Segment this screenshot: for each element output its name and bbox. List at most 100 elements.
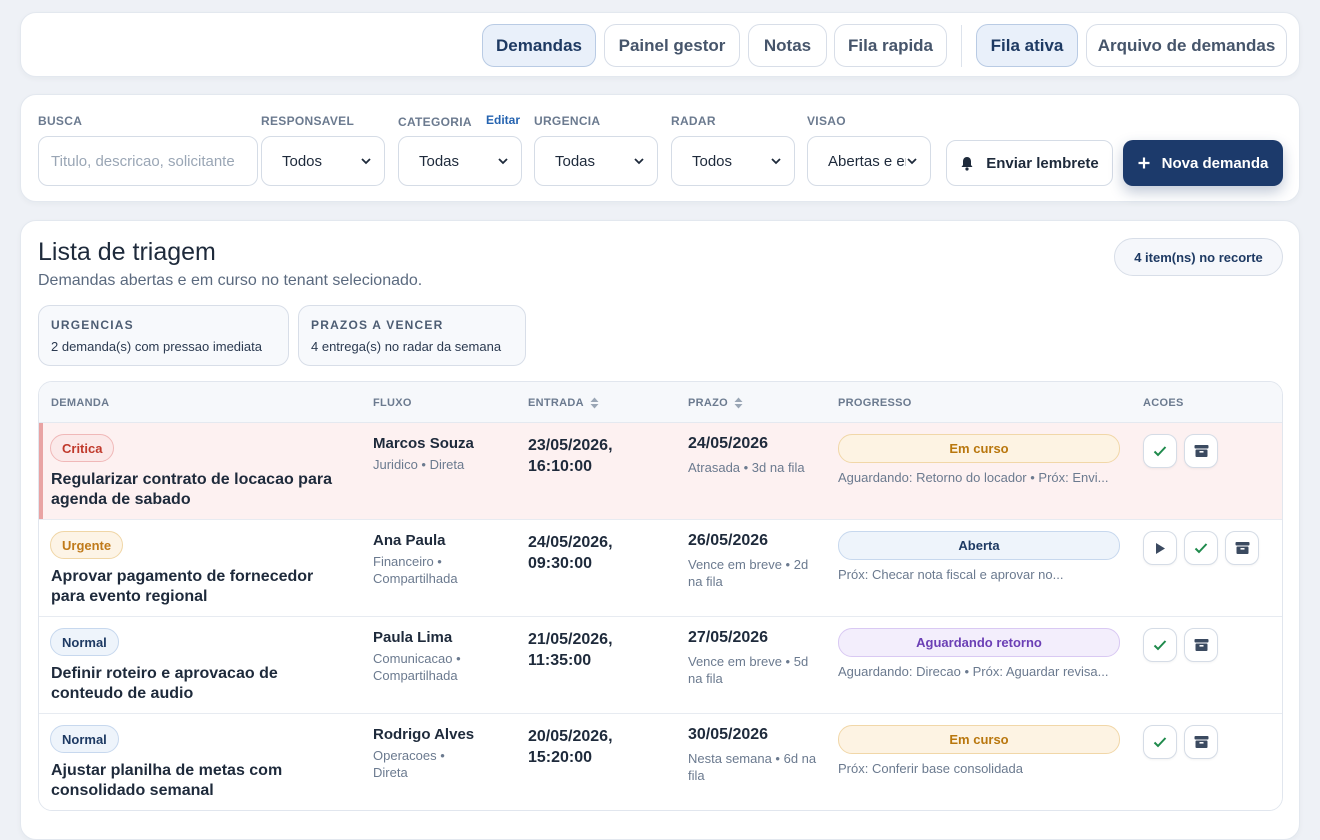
- due-meta: Vence em breve • 2d na fila: [688, 557, 809, 589]
- table-row[interactable]: Urgente Aprovar pagamento de fornecedor …: [39, 520, 1282, 617]
- due-date: 26/05/2026: [688, 532, 769, 549]
- tab-arquivo-de-demandas[interactable]: Arquivo de demandas: [1086, 24, 1287, 67]
- send-reminder-label: Enviar lembrete: [986, 154, 1099, 172]
- page-title: Lista de triagem: [38, 238, 216, 266]
- col-entrada-label: ENTRADA: [528, 397, 584, 409]
- tab-fila-rapida[interactable]: Fila rapida: [834, 24, 947, 67]
- archive-button[interactable]: [1225, 531, 1259, 565]
- radar-label: RADAR: [671, 114, 716, 128]
- stat-urgencias-key: URGENCIAS: [51, 318, 134, 332]
- priority-badge: Urgente: [50, 531, 124, 559]
- next-step: Próx: Conferir base consolidada: [838, 761, 1023, 776]
- table-row[interactable]: Normal Definir roteiro e aprovacao de co…: [39, 617, 1282, 714]
- stat-urgencias-value: 2 demanda(s) com pressao imediata: [51, 339, 262, 354]
- archive-button[interactable]: [1184, 434, 1218, 468]
- start-button[interactable]: [1143, 531, 1177, 565]
- filters-bar: BUSCA Titulo, descricao, solicitante RES…: [20, 94, 1300, 202]
- table-row[interactable]: Normal Ajustar planilha de metas com con…: [39, 714, 1282, 810]
- visao-value: Abertas e em: [828, 152, 906, 170]
- tab-painel-gestor[interactable]: Painel gestor: [604, 24, 740, 67]
- demand-title[interactable]: Ajustar planilha de metas com consolidad…: [51, 761, 351, 801]
- stat-prazos-key: PRAZOS A VENCER: [311, 318, 444, 332]
- tab-fila-ativa[interactable]: Fila ativa: [976, 24, 1078, 67]
- demand-title[interactable]: Regularizar contrato de locacao para age…: [51, 470, 351, 510]
- demand-title[interactable]: Definir roteiro e aprovacao de conteudo …: [51, 664, 351, 704]
- top-nav: Demandas Painel gestor Notas Fila rapida…: [20, 12, 1300, 77]
- categoria-select[interactable]: Todas: [398, 136, 522, 186]
- archive-button[interactable]: [1184, 725, 1218, 759]
- next-step: Próx: Checar nota fiscal e aprovar no...: [838, 567, 1064, 582]
- chevron-down-icon: [907, 158, 917, 165]
- flow-meta: Comunicacao • Compartilhada: [373, 651, 461, 683]
- tab-notas[interactable]: Notas: [748, 24, 827, 67]
- due-meta: Atrasada • 3d na fila: [688, 460, 805, 475]
- entry-date: 23/05/2026, 16:10:00: [528, 437, 613, 475]
- search-label: BUSCA: [38, 114, 83, 128]
- new-demand-button[interactable]: Nova demanda: [1123, 140, 1283, 186]
- next-step: Aguardando: Retorno do locador • Próx: E…: [838, 470, 1109, 485]
- chevron-down-icon: [498, 158, 508, 165]
- stat-prazos[interactable]: PRAZOS A VENCER 4 entrega(s) no radar da…: [298, 305, 526, 366]
- col-fluxo-label: FLUXO: [373, 397, 412, 409]
- categoria-edit-link[interactable]: Editar: [486, 113, 520, 127]
- flow-meta: Financeiro • Compartilhada: [373, 554, 458, 586]
- status-badge: Em curso: [838, 434, 1120, 463]
- triage-list-panel: Lista de triagem Demandas abertas e em c…: [20, 220, 1300, 840]
- next-step: Aguardando: Direcao • Próx: Aguardar rev…: [838, 664, 1109, 679]
- owner-name: Marcos Souza: [373, 435, 474, 452]
- col-fluxo: FLUXO: [373, 397, 412, 409]
- archive-button[interactable]: [1184, 628, 1218, 662]
- sort-icon[interactable]: [734, 397, 743, 409]
- responsavel-value: Todos: [282, 152, 323, 170]
- due-date: 27/05/2026: [688, 629, 769, 646]
- complete-button[interactable]: [1184, 531, 1218, 565]
- search-input[interactable]: Titulo, descricao, solicitante: [38, 136, 258, 186]
- col-acoes: ACOES: [1143, 397, 1184, 409]
- tab-demandas[interactable]: Demandas: [482, 24, 596, 67]
- priority-badge: Normal: [50, 725, 119, 753]
- col-prazo[interactable]: PRAZO: [688, 397, 743, 409]
- chevron-down-icon: [771, 158, 781, 165]
- send-reminder-button[interactable]: Enviar lembrete: [946, 140, 1113, 186]
- due-meta: Nesta semana • 6d na fila: [688, 751, 817, 783]
- stat-urgencias[interactable]: URGENCIAS 2 demanda(s) com pressao imedi…: [38, 305, 289, 366]
- col-progresso: PROGRESSO: [838, 397, 912, 409]
- urgencia-value: Todas: [555, 152, 596, 170]
- owner-name: Ana Paula: [373, 532, 446, 549]
- complete-button[interactable]: [1143, 628, 1177, 662]
- archive-icon: [1194, 445, 1208, 457]
- demands-table: DEMANDA FLUXO ENTRADA PRAZO PROGRESSO AC…: [38, 381, 1283, 811]
- radar-select[interactable]: Todos: [671, 136, 795, 186]
- urgencia-select[interactable]: Todas: [534, 136, 658, 186]
- due-meta: Vence em breve • 5d na fila: [688, 654, 809, 686]
- col-demanda-label: DEMANDA: [51, 397, 110, 409]
- table-row[interactable]: Critica Regularizar contrato de locacao …: [39, 423, 1282, 520]
- check-icon: [1153, 446, 1167, 457]
- flow-meta: Operacoes • Direta: [373, 748, 445, 780]
- complete-button[interactable]: [1143, 725, 1177, 759]
- col-entrada[interactable]: ENTRADA: [528, 397, 599, 409]
- radar-value: Todos: [692, 152, 733, 170]
- complete-button[interactable]: [1143, 434, 1177, 468]
- check-icon: [1194, 543, 1208, 554]
- status-badge: Aberta: [838, 531, 1120, 560]
- flow-meta: Juridico • Direta: [373, 457, 465, 472]
- priority-badge: Normal: [50, 628, 119, 656]
- visao-select[interactable]: Abertas e em: [807, 136, 931, 186]
- page-subtitle: Demandas abertas e em curso no tenant se…: [38, 272, 423, 289]
- responsavel-select[interactable]: Todos: [261, 136, 385, 186]
- owner-name: Rodrigo Alves: [373, 726, 475, 743]
- item-count-badge: 4 item(ns) no recorte: [1114, 238, 1283, 276]
- check-icon: [1153, 737, 1167, 748]
- sort-icon[interactable]: [590, 397, 599, 409]
- col-acoes-label: ACOES: [1143, 397, 1184, 409]
- table-header: DEMANDA FLUXO ENTRADA PRAZO PROGRESSO AC…: [39, 382, 1282, 423]
- categoria-label: CATEGORIA: [398, 115, 472, 129]
- status-badge: Em curso: [838, 725, 1120, 754]
- entry-date: 21/05/2026, 11:35:00: [528, 631, 613, 669]
- col-progresso-label: PROGRESSO: [838, 397, 912, 409]
- chevron-down-icon: [361, 158, 371, 165]
- entry-date: 24/05/2026, 09:30:00: [528, 534, 613, 572]
- demand-title[interactable]: Aprovar pagamento de fornecedor para eve…: [51, 567, 351, 607]
- plus-icon: [1138, 157, 1150, 169]
